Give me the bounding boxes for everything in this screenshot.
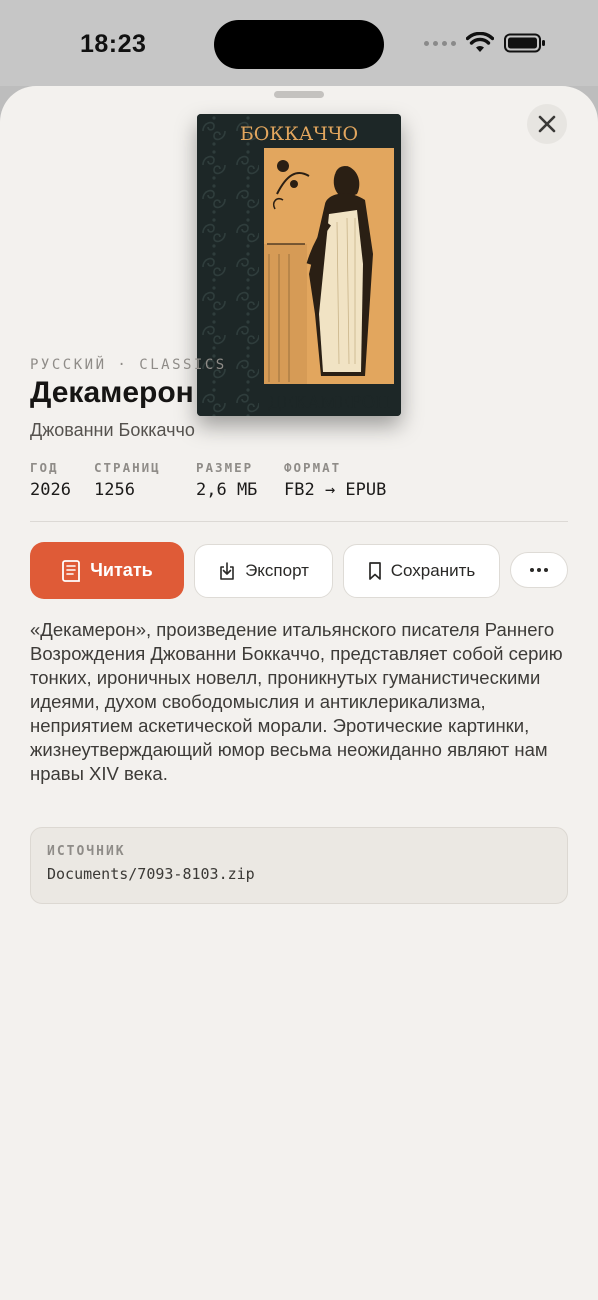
save-button-label: Сохранить <box>390 561 476 580</box>
book-cover: БОККАЧЧО ДЕКАМЕРОН <box>197 114 401 416</box>
status-icons <box>424 30 546 56</box>
close-icon <box>538 115 556 133</box>
read-button-label: Читать <box>90 560 153 580</box>
stat-value: 2026 <box>30 480 71 500</box>
cellular-signal-icon <box>424 40 456 46</box>
sheet-grabber[interactable] <box>274 91 324 98</box>
export-button-label: Экспорт <box>245 561 309 580</box>
stat-year: ГОД 2026 <box>30 460 71 500</box>
book-title: Декамерон <box>30 376 194 409</box>
stat-pages: СТРАНИЦ 1256 <box>94 460 161 500</box>
book-description: «Декамерон», произведение итальянского п… <box>30 619 563 784</box>
source-card: ИСТОЧНИК Documents/7093-8103.zip <box>30 827 568 904</box>
divider <box>30 521 568 522</box>
wifi-icon <box>466 32 494 52</box>
read-button[interactable]: Читать <box>30 542 184 599</box>
battery-icon <box>504 33 545 53</box>
book-author: Джованни Боккаччо <box>30 420 195 440</box>
cover-author-text: БОККАЧЧО <box>240 123 358 145</box>
book-cover-art: БОККАЧЧО ДЕКАМЕРОН <box>197 114 401 416</box>
export-button[interactable]: Экспорт <box>194 544 333 598</box>
cover-title-text: ДЕКАМЕРОН <box>268 393 390 413</box>
stat-value: FB2 → EPUB <box>284 480 387 500</box>
stat-label: РАЗМЕР <box>196 460 254 475</box>
source-path: Documents/7093-8103.zip <box>47 865 255 883</box>
stat-label: ФОРМАТ <box>284 460 342 475</box>
close-button[interactable] <box>527 104 567 144</box>
stat-value: 2,6 МБ <box>196 480 258 500</box>
dynamic-island <box>214 20 384 69</box>
ellipsis-icon <box>530 568 548 572</box>
stat-size: РАЗМЕР 2,6 МБ <box>196 460 257 500</box>
book-meta-line: РУССКИЙ · CLASSICS <box>30 357 227 373</box>
stat-format: ФОРМАТ FB2 → EPUB <box>284 460 386 500</box>
export-icon <box>220 562 234 580</box>
more-button[interactable] <box>510 552 568 588</box>
stat-value: 1256 <box>94 480 135 500</box>
status-time: 18:23 <box>80 30 147 58</box>
bookmark-icon <box>368 562 381 580</box>
book-icon <box>62 559 81 582</box>
stat-label: ГОД <box>30 460 59 475</box>
stat-label: СТРАНИЦ <box>94 460 161 475</box>
status-bar: 18:23 <box>0 0 598 86</box>
source-label: ИСТОЧНИК <box>47 844 126 859</box>
save-button[interactable]: Сохранить <box>343 544 500 598</box>
